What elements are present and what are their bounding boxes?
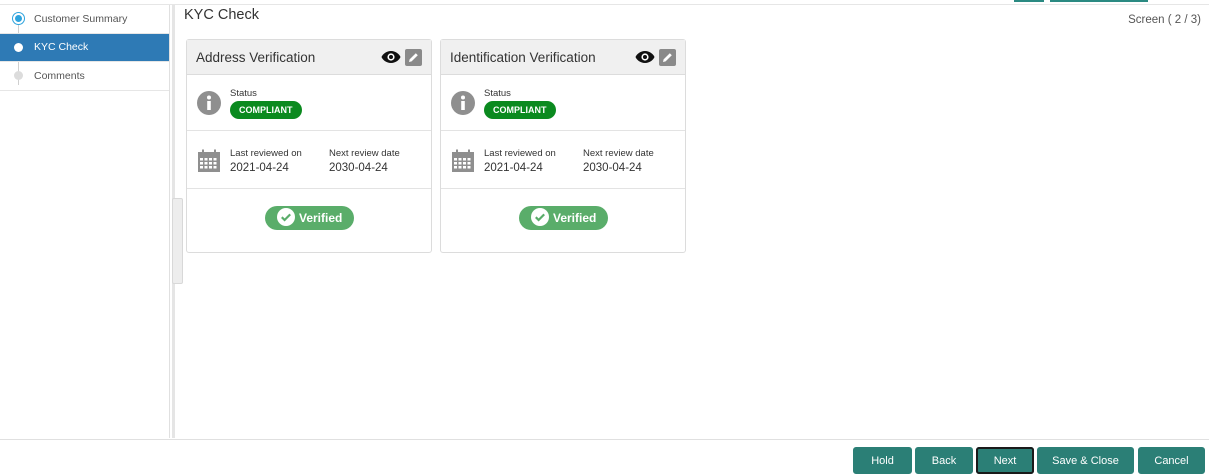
status-badge: COMPLIANT: [484, 101, 556, 119]
step-dot-icon: [14, 42, 23, 52]
step-current-icon: [13, 13, 24, 25]
last-reviewed-value: 2021-04-24: [484, 162, 543, 174]
status-badge: COMPLIANT: [230, 101, 302, 119]
sidebar-item-customer-summary[interactable]: Customer Summary: [0, 5, 169, 34]
back-button[interactable]: Back: [915, 447, 973, 474]
sidebar-item-label: Customer Summary: [34, 12, 128, 25]
next-button[interactable]: Next: [976, 447, 1034, 474]
sidebar-item-comments[interactable]: Comments: [0, 62, 169, 91]
card-header: Identification Verification: [441, 40, 685, 75]
sidebar-item-kyc-check[interactable]: KYC Check: [0, 33, 169, 62]
step-dot-icon: [14, 71, 23, 81]
last-reviewed-value: 2021-04-24: [230, 162, 289, 174]
sidebar: Customer Summary KYC Check Comments: [0, 5, 170, 438]
info-icon: [197, 91, 221, 120]
top-bar: [0, 0, 1209, 5]
verified-badge: Verified: [519, 206, 608, 230]
calendar-icon: [451, 149, 475, 178]
next-review-label: Next review date: [329, 148, 400, 159]
check-circle-icon: [531, 207, 549, 229]
card-header: Address Verification: [187, 40, 431, 75]
sidebar-item-label: Comments: [34, 69, 85, 82]
info-icon: [451, 91, 475, 120]
last-reviewed-label: Last reviewed on: [230, 148, 302, 159]
verified-label: Verified: [553, 211, 597, 225]
eye-icon[interactable]: [635, 50, 655, 69]
address-verification-card: Address Verification Status COMPLIANT La…: [186, 39, 432, 253]
screen-indicator: Screen ( 2 / 3): [1128, 14, 1201, 26]
eye-icon[interactable]: [381, 50, 401, 69]
status-section: Status COMPLIANT: [441, 75, 685, 131]
next-review-value: 2030-04-24: [583, 162, 642, 174]
cancel-button[interactable]: Cancel: [1138, 447, 1205, 474]
identification-verification-card: Identification Verification Status COMPL…: [440, 39, 686, 253]
footer-bar: Hold Back Next Save & Close Cancel: [0, 439, 1209, 475]
verified-badge: Verified: [265, 206, 354, 230]
review-dates-section: Last reviewed on 2021-04-24 Next review …: [441, 131, 685, 189]
calendar-icon: [197, 149, 221, 178]
edit-icon[interactable]: [405, 49, 422, 66]
status-section: Status COMPLIANT: [187, 75, 431, 131]
status-label: Status: [230, 88, 257, 99]
edit-icon[interactable]: [659, 49, 676, 66]
sidebar-item-label: KYC Check: [34, 41, 89, 54]
next-review-label: Next review date: [583, 148, 654, 159]
card-title: Address Verification: [196, 49, 316, 65]
verified-section: Verified: [441, 189, 685, 249]
status-label: Status: [484, 88, 511, 99]
verified-label: Verified: [299, 211, 343, 225]
last-reviewed-label: Last reviewed on: [484, 148, 556, 159]
verified-section: Verified: [187, 189, 431, 249]
top-action-button[interactable]: [1014, 0, 1044, 2]
splitter-handle[interactable]: [172, 198, 183, 284]
review-dates-section: Last reviewed on 2021-04-24 Next review …: [187, 131, 431, 189]
save-close-button[interactable]: Save & Close: [1037, 447, 1134, 474]
top-action-button[interactable]: [1050, 0, 1148, 2]
check-circle-icon: [277, 207, 295, 229]
next-review-value: 2030-04-24: [329, 162, 388, 174]
card-title: Identification Verification: [450, 49, 596, 65]
page-title: KYC Check: [184, 7, 259, 23]
hold-button[interactable]: Hold: [853, 447, 912, 474]
